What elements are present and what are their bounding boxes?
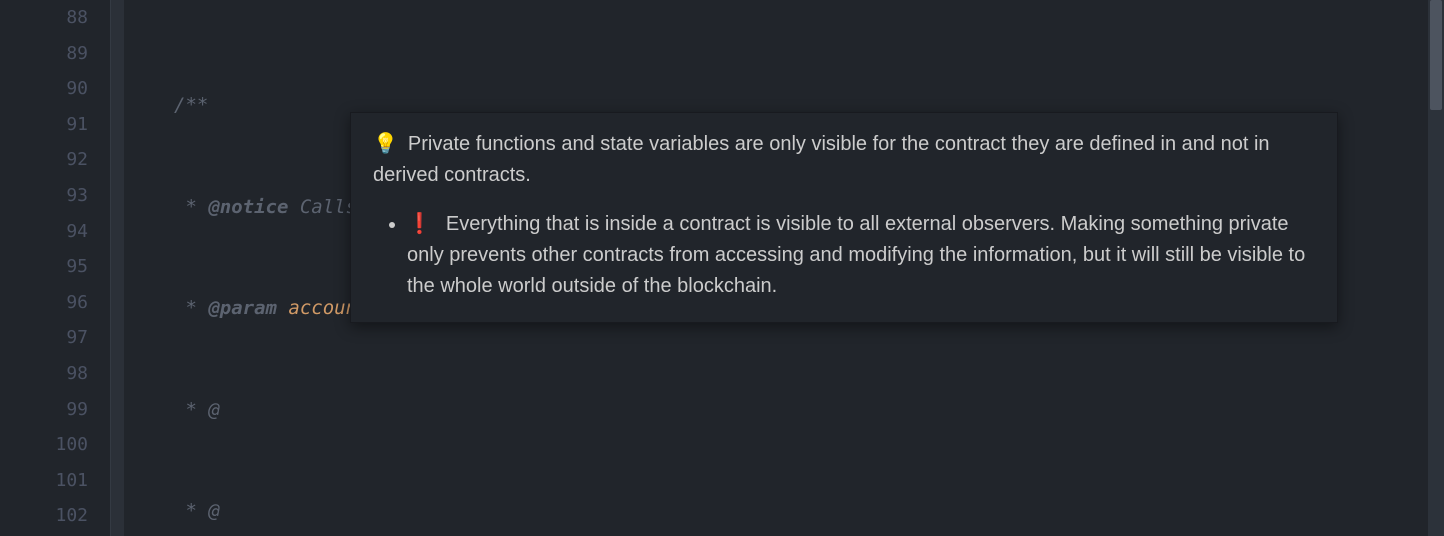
- hover-lead-text: Private functions and state variables ar…: [373, 133, 1270, 186]
- warning-icon: ❗: [407, 213, 432, 235]
- line-number: 91: [0, 107, 88, 143]
- comment: * @: [174, 500, 220, 522]
- comment: [277, 297, 288, 319]
- code-editor[interactable]: 888990919293949596979899100101102 /** * …: [0, 0, 1444, 536]
- lightbulb-icon: 💡: [373, 133, 398, 155]
- hover-lead: 💡Private functions and state variables a…: [373, 129, 1315, 191]
- line-number: 93: [0, 178, 88, 214]
- hover-bullet-text: Everything that is inside a contract is …: [407, 213, 1305, 297]
- jsdoc-tag: @notice: [208, 196, 288, 218]
- comment: * @: [174, 399, 220, 421]
- line-number: 89: [0, 36, 88, 72]
- line-number: 96: [0, 285, 88, 321]
- line-number: 101: [0, 463, 88, 499]
- comment: /**: [174, 94, 208, 116]
- line-number-gutter: 888990919293949596979899100101102: [0, 0, 110, 536]
- line-number: 95: [0, 249, 88, 285]
- scrollbar-thumb[interactable]: [1430, 0, 1442, 110]
- line-number: 94: [0, 214, 88, 250]
- line-number: 90: [0, 71, 88, 107]
- vertical-scrollbar[interactable]: [1428, 0, 1444, 536]
- code-line: * @: [130, 494, 1444, 530]
- line-number: 92: [0, 142, 88, 178]
- line-number: 98: [0, 356, 88, 392]
- hover-bullet: ❗Everything that is inside a contract is…: [407, 209, 1315, 302]
- hover-tooltip[interactable]: 💡Private functions and state variables a…: [350, 112, 1338, 323]
- fold-indicator-strip[interactable]: [110, 0, 124, 536]
- jsdoc-tag: @param: [208, 297, 277, 319]
- comment: *: [174, 196, 208, 218]
- line-number: 88: [0, 0, 88, 36]
- line-number: 100: [0, 427, 88, 463]
- code-line: * @: [130, 393, 1444, 429]
- line-number: 97: [0, 320, 88, 356]
- line-number: 102: [0, 498, 88, 534]
- line-number: 99: [0, 392, 88, 428]
- code-area[interactable]: /** * @notice Calls the function with se…: [124, 0, 1444, 536]
- comment: *: [174, 297, 208, 319]
- hover-list: ❗Everything that is inside a contract is…: [373, 209, 1315, 302]
